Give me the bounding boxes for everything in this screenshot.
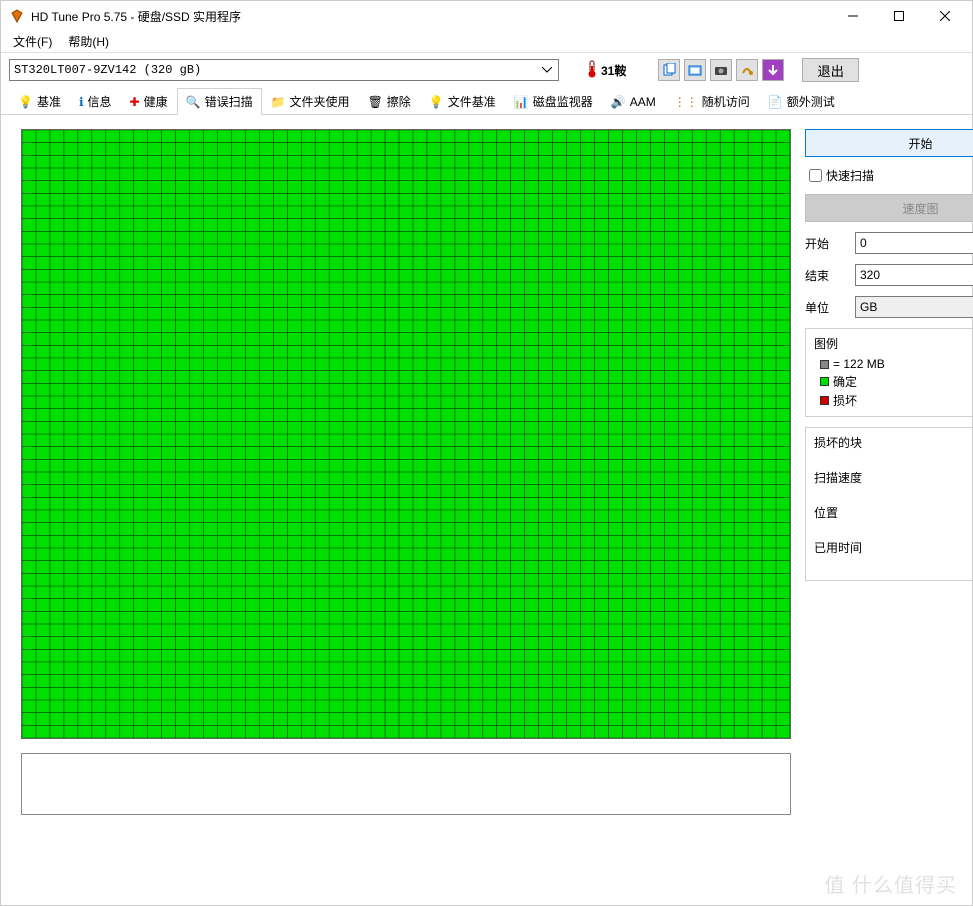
menu-help[interactable]: 帮助(H) [60, 31, 117, 52]
close-button[interactable] [922, 1, 968, 31]
tab-random-access[interactable]: ⋮⋮随机访问 [665, 88, 759, 115]
speaker-icon: 🔊 [611, 95, 626, 109]
quick-scan-label: 快速扫描 [826, 167, 874, 184]
bulb-icon: 💡 [18, 95, 33, 109]
legend-title: 图例 [814, 335, 973, 352]
green-square-icon [820, 377, 829, 386]
minimize-button[interactable] [830, 1, 876, 31]
drive-select[interactable]: ST320LT007-9ZV142 (320 gB) [9, 59, 559, 81]
tab-info[interactable]: ℹ信息 [70, 88, 121, 115]
menu-file[interactable]: 文件(F) [5, 31, 60, 52]
temperature-value: 31鞍 [601, 62, 626, 79]
info-icon: ℹ [79, 95, 84, 109]
position-label: 位置 [814, 504, 973, 521]
menubar: 文件(F) 帮助(H) [1, 31, 972, 53]
quick-scan-row: 快速扫描 [805, 167, 973, 184]
tab-error-scan[interactable]: 🔍错误扫描 [177, 88, 262, 115]
save-icon[interactable] [762, 59, 784, 81]
start-spinner[interactable]: ▲▼ [855, 232, 973, 254]
right-pane: 开始 快速扫描 速度图 开始 ▲▼ 结束 ▲▼ 单位 GB [805, 129, 973, 895]
tab-folder-usage[interactable]: 📁文件夹使用 [262, 88, 359, 115]
file-bulb-icon: 💡 [429, 95, 444, 109]
scan-speed-value: n/a [814, 488, 973, 502]
trash-icon: 🗑 [368, 95, 383, 109]
legend-blocksize: = 122 MB [814, 356, 973, 372]
log-box [21, 753, 791, 815]
legend-box: 图例 = 122 MB 确定 损坏 [805, 328, 973, 417]
chart-icon: 📊 [514, 95, 529, 109]
window-controls [830, 1, 968, 31]
cross-icon: ✚ [130, 95, 140, 109]
camera-icon[interactable] [710, 59, 732, 81]
unit-select[interactable]: GB [855, 296, 973, 318]
thermometer-icon [587, 60, 597, 81]
content-area: 开始 快速扫描 速度图 开始 ▲▼ 结束 ▲▼ 单位 GB [1, 115, 972, 905]
legend-damaged: 损坏 [814, 391, 973, 410]
settings-icon[interactable] [736, 59, 758, 81]
legend-ok: 确定 [814, 372, 973, 391]
maximize-button[interactable] [876, 1, 922, 31]
dots-icon: ⋮⋮ [674, 95, 698, 109]
end-input[interactable] [856, 265, 973, 285]
tab-erase[interactable]: 🗑擦除 [359, 88, 420, 115]
tab-benchmark[interactable]: 💡基准 [9, 88, 70, 115]
folder-icon: 📁 [271, 95, 286, 109]
damaged-blocks-label: 损坏的块 [814, 434, 973, 451]
elapsed-value: 0:46 [814, 558, 973, 572]
exit-button[interactable]: 退出 [802, 58, 859, 82]
copy-screenshot-icon[interactable] [684, 59, 706, 81]
status-box: 损坏的块 0.0 % 扫描速度 n/a 位置 320 gB 已用时间 0:46 [805, 427, 973, 581]
toolbar: ST320LT007-9ZV142 (320 gB) 31鞍 退出 [1, 53, 972, 87]
sheet-icon: 📄 [768, 95, 783, 109]
left-pane [21, 129, 791, 895]
tab-file-benchmark[interactable]: 💡文件基准 [420, 88, 505, 115]
temperature-display: 31鞍 [581, 58, 632, 83]
end-row: 结束 ▲▼ [805, 264, 973, 286]
tab-aam[interactable]: 🔊AAM [602, 88, 665, 115]
app-icon [9, 8, 25, 24]
scan-speed-label: 扫描速度 [814, 469, 973, 486]
end-spinner[interactable]: ▲▼ [855, 264, 973, 286]
unit-label: 单位 [805, 299, 849, 316]
red-square-icon [820, 396, 829, 405]
scan-grid [21, 129, 791, 739]
elapsed-label: 已用时间 [814, 539, 973, 556]
tab-bar: 💡基准 ℹ信息 ✚健康 🔍错误扫描 📁文件夹使用 🗑擦除 💡文件基准 📊磁盘监视… [1, 87, 972, 115]
damaged-blocks-value: 0.0 % [814, 453, 973, 467]
copy-text-icon[interactable] [658, 59, 680, 81]
start-row: 开始 ▲▼ [805, 232, 973, 254]
start-button[interactable]: 开始 [805, 129, 973, 157]
gray-square-icon [820, 360, 829, 369]
tab-health[interactable]: ✚健康 [121, 88, 177, 115]
tab-disk-monitor[interactable]: 📊磁盘监视器 [505, 88, 602, 115]
quick-scan-checkbox[interactable] [809, 169, 822, 182]
start-label: 开始 [805, 235, 849, 252]
start-input[interactable] [856, 233, 973, 253]
speed-map-button[interactable]: 速度图 [805, 194, 973, 222]
tool-icons [658, 59, 784, 81]
end-label: 结束 [805, 267, 849, 284]
unit-row: 单位 GB [805, 296, 973, 318]
position-value: 320 gB [814, 523, 973, 537]
window-title: HD Tune Pro 5.75 - 硬盘/SSD 实用程序 [31, 8, 830, 25]
tab-extra-tests[interactable]: 📄额外测试 [759, 88, 844, 115]
magnifier-icon: 🔍 [186, 95, 201, 109]
titlebar: HD Tune Pro 5.75 - 硬盘/SSD 实用程序 [1, 1, 972, 31]
